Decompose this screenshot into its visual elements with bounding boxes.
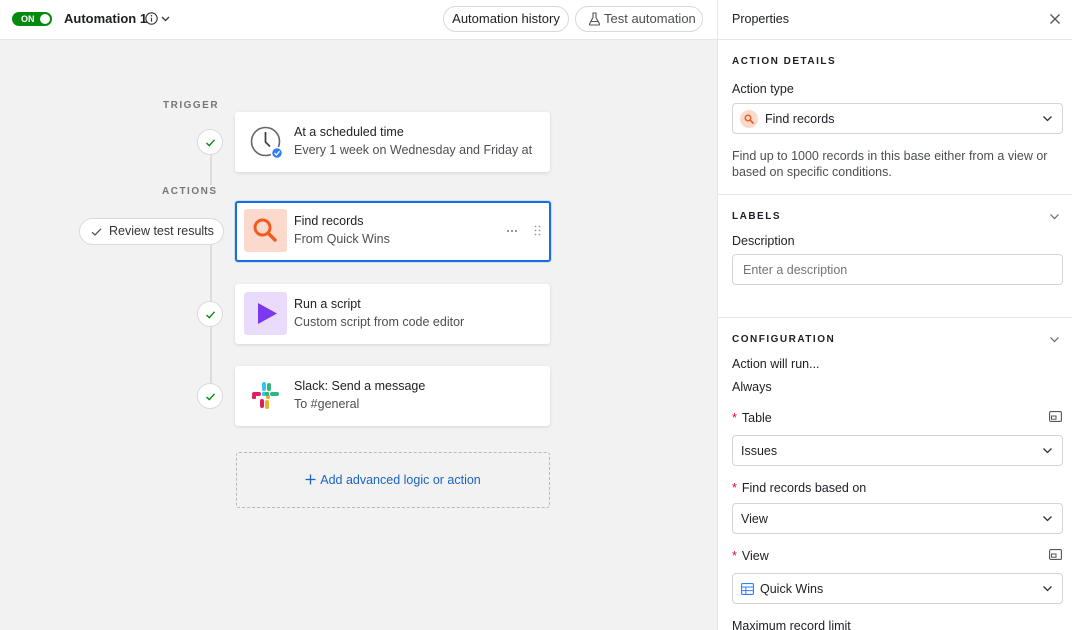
table-label-text: Table xyxy=(741,411,772,425)
find-records-subtitle: From Quick Wins xyxy=(294,232,390,246)
table-select[interactable]: Issues xyxy=(732,435,1063,466)
automation-canvas: ON Automation 1 Automation history Test … xyxy=(0,0,717,630)
chevron-down-icon xyxy=(1043,448,1052,454)
table-value: Issues xyxy=(741,444,778,458)
top-bar: ON Automation 1 Automation history Test … xyxy=(0,0,717,40)
trigger-section-label: TRIGGER xyxy=(163,100,220,111)
grid-view-icon xyxy=(741,583,754,595)
find-records-icon-tile xyxy=(244,209,287,252)
run-script-subtitle: Custom script from code editor xyxy=(294,315,465,329)
action-details-section-title: ACTION DETAILS xyxy=(732,56,837,67)
trigger-card-title: At a scheduled time xyxy=(294,125,404,139)
flask-icon xyxy=(588,12,601,26)
slack-status-check xyxy=(197,383,223,409)
check-icon xyxy=(91,228,102,236)
toggle-knob xyxy=(40,14,50,24)
actions-section-label: ACTIONS xyxy=(162,186,218,197)
properties-header: Properties xyxy=(718,0,1072,40)
properties-panel: Properties ACTION DETAILS Action type Fi… xyxy=(717,0,1072,630)
add-advanced-logic-label: Add advanced logic or action xyxy=(320,473,481,487)
action-type-description: Find up to 1000 records in this base eit… xyxy=(732,149,1048,179)
close-icon[interactable] xyxy=(1049,13,1061,25)
properties-title: Properties xyxy=(732,12,789,26)
review-test-results-button[interactable]: Review test results xyxy=(79,218,224,245)
action-will-run-value: Always xyxy=(732,380,772,394)
action-card-run-script[interactable]: Run a script Custom script from code edi… xyxy=(235,284,550,344)
collapse-chevron-icon[interactable] xyxy=(1049,213,1060,221)
configuration-section-title: CONFIGURATION xyxy=(732,334,836,345)
plus-icon xyxy=(305,474,316,485)
find-records-badge xyxy=(740,110,758,128)
description-input[interactable] xyxy=(732,254,1063,285)
view-value: Quick Wins xyxy=(760,582,824,596)
check-icon xyxy=(206,311,216,319)
section-divider xyxy=(718,317,1072,318)
action-card-find-records[interactable]: Find records From Quick Wins xyxy=(235,201,551,262)
view-select[interactable]: Quick Wins xyxy=(732,573,1063,604)
clock-icon xyxy=(250,126,284,160)
connector-line xyxy=(210,155,212,185)
action-type-label: Action type xyxy=(732,82,794,96)
action-card-slack[interactable]: Slack: Send a message To #general xyxy=(235,366,550,426)
more-options-icon[interactable] xyxy=(506,229,518,233)
chevron-down-icon xyxy=(1043,516,1052,522)
trigger-card[interactable]: At a scheduled time Every 1 week on Wedn… xyxy=(235,112,550,172)
trigger-status-check xyxy=(197,129,223,155)
required-marker: * xyxy=(732,549,737,563)
search-icon xyxy=(253,218,277,242)
trigger-card-subtitle: Every 1 week on Wednesday and Friday at … xyxy=(294,143,534,157)
find-records-based-on-value: View xyxy=(741,512,768,526)
test-automation-button[interactable]: Test automation xyxy=(575,6,703,32)
automation-history-button[interactable]: Automation history xyxy=(443,6,569,32)
run-script-icon-tile xyxy=(244,292,287,335)
slack-subtitle: To #general xyxy=(294,397,360,411)
search-icon xyxy=(744,114,754,124)
toggle-label: ON xyxy=(21,14,35,24)
automation-on-toggle[interactable]: ON xyxy=(12,12,52,26)
action-type-value: Find records xyxy=(765,112,835,126)
maximum-record-limit-label: Maximum record limit xyxy=(732,619,851,630)
slack-title: Slack: Send a message xyxy=(294,379,426,393)
slack-icon xyxy=(252,382,279,409)
play-icon xyxy=(258,303,277,324)
find-records-title: Find records xyxy=(294,214,364,228)
drag-handle-icon[interactable] xyxy=(534,225,541,236)
info-icon[interactable] xyxy=(145,12,158,25)
find-records-based-on-text: Find records based on xyxy=(741,481,867,495)
add-advanced-logic-button[interactable]: Add advanced logic or action xyxy=(236,452,550,508)
check-icon xyxy=(206,139,216,147)
run-script-title: Run a script xyxy=(294,297,361,311)
script-status-check xyxy=(197,301,223,327)
field-token-icon[interactable] xyxy=(1049,549,1062,560)
labels-section-title: LABELS xyxy=(732,211,781,222)
view-label-text: View xyxy=(741,549,769,563)
field-token-icon[interactable] xyxy=(1049,411,1062,422)
chevron-down-icon xyxy=(1043,116,1052,122)
find-records-based-on-select[interactable]: View xyxy=(732,503,1063,534)
section-divider xyxy=(718,194,1072,195)
description-label: Description xyxy=(732,234,795,248)
review-test-results-label: Review test results xyxy=(109,224,214,238)
required-marker: * xyxy=(732,411,737,425)
chevron-down-icon[interactable] xyxy=(160,13,171,24)
collapse-chevron-icon[interactable] xyxy=(1049,336,1060,344)
action-type-select[interactable]: Find records xyxy=(732,103,1063,134)
required-marker: * xyxy=(732,481,737,495)
table-label: * Table xyxy=(732,411,772,426)
chevron-down-icon xyxy=(1043,586,1052,592)
check-icon xyxy=(206,393,216,401)
test-automation-label: Test automation xyxy=(604,11,696,26)
find-records-based-on-label: * Find records based on xyxy=(732,481,866,496)
action-will-run-label: Action will run... xyxy=(732,357,820,371)
view-label: * View xyxy=(732,549,769,564)
add-advanced-logic-row: Add advanced logic or action xyxy=(237,473,549,488)
automation-name[interactable]: Automation 1 xyxy=(64,11,147,27)
